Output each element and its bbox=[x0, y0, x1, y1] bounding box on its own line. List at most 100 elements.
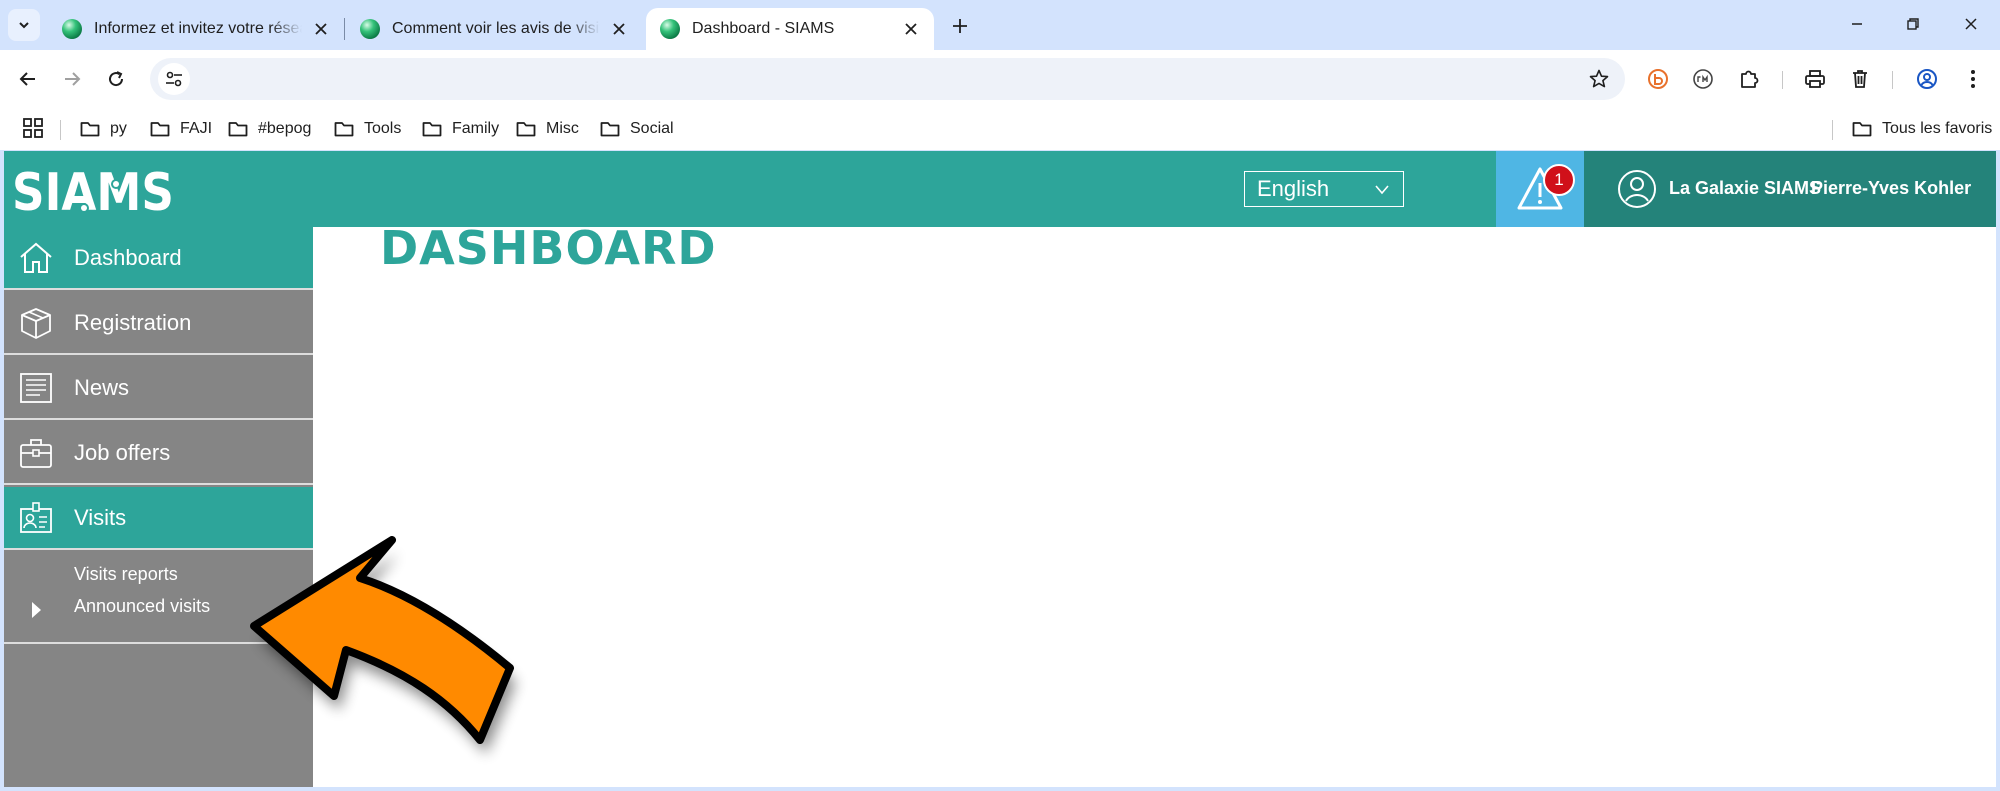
alerts-button[interactable]: 1 bbox=[1496, 151, 1584, 227]
extensions-button[interactable] bbox=[1734, 64, 1764, 94]
close-icon bbox=[315, 23, 327, 35]
arrow-left-icon bbox=[19, 72, 35, 86]
toolbar-separator bbox=[1782, 71, 1783, 89]
extension-rm-icon bbox=[1693, 69, 1713, 89]
box-icon bbox=[21, 307, 51, 339]
tab-separator bbox=[344, 18, 345, 40]
extension-rm-button[interactable] bbox=[1688, 64, 1718, 94]
bookmark-folder-family[interactable]: Family bbox=[422, 114, 499, 144]
folder-icon bbox=[150, 122, 170, 137]
browser-tab-strip: Informez et invitez votre réseau Comment… bbox=[0, 0, 2000, 50]
bookmark-label: py bbox=[110, 120, 127, 137]
arrow-right-icon bbox=[65, 72, 81, 86]
bookmark-label: Family bbox=[452, 120, 500, 137]
page-viewport: SIAMS English 1 La Galaxie SIAMS Pierre-… bbox=[4, 151, 1996, 787]
bookmark-label: Tools bbox=[364, 120, 402, 137]
printer-icon bbox=[1805, 70, 1825, 88]
bookmark-folder-faji[interactable]: FAJI bbox=[150, 114, 212, 144]
chevron-down-icon bbox=[19, 22, 29, 29]
tune-icon bbox=[166, 71, 182, 87]
address-bar[interactable] bbox=[150, 58, 1625, 100]
bookmark-star-button[interactable] bbox=[1587, 67, 1611, 91]
browser-toolbar bbox=[0, 50, 2000, 108]
globe-favicon-icon bbox=[360, 19, 380, 39]
site-info-button[interactable] bbox=[158, 63, 190, 95]
bookmark-folder-social[interactable]: Social bbox=[600, 114, 674, 144]
plus-icon bbox=[953, 19, 967, 33]
bookmark-folder-tools[interactable]: Tools bbox=[334, 114, 401, 144]
page-title: DASHBOARD bbox=[380, 221, 717, 275]
bookmark-folder-py[interactable]: py bbox=[80, 114, 127, 144]
sidebar-item-dashboard[interactable]: Dashboard bbox=[4, 227, 313, 290]
sidebar-item-label: Dashboard bbox=[74, 244, 182, 270]
new-tab-button[interactable] bbox=[946, 12, 974, 40]
siams-logo[interactable]: SIAMS bbox=[12, 164, 176, 216]
tab-title: Informez et invitez votre réseau bbox=[94, 20, 302, 37]
user-avatar-icon bbox=[1618, 170, 1656, 208]
sidebar-item-job-offers[interactable]: Job offers bbox=[4, 422, 313, 485]
reload-icon bbox=[109, 71, 124, 87]
tab-title: Comment voir les avis de visite bbox=[392, 20, 600, 37]
close-icon bbox=[1965, 18, 1977, 30]
tab-dashboard-siams[interactable]: Dashboard - SIAMS bbox=[646, 8, 934, 50]
bookmark-folder-misc[interactable]: Misc bbox=[516, 114, 579, 144]
language-select[interactable]: English bbox=[1244, 171, 1404, 207]
bookmark-label: FAJI bbox=[180, 120, 213, 137]
close-window-button[interactable] bbox=[1948, 8, 1994, 40]
restore-icon bbox=[1907, 18, 1919, 30]
language-value: English bbox=[1257, 176, 1330, 201]
home-icon bbox=[20, 242, 52, 273]
alert-count-badge: 1 bbox=[1543, 164, 1575, 196]
bookmark-label: Social bbox=[630, 120, 674, 137]
reload-button[interactable] bbox=[100, 63, 132, 95]
extension-b-icon bbox=[1648, 69, 1668, 89]
puzzle-icon bbox=[1741, 70, 1759, 88]
tab-comment-voir[interactable]: Comment voir les avis de visite bbox=[346, 8, 642, 50]
globe-favicon-icon bbox=[62, 19, 82, 39]
globe-favicon-icon bbox=[660, 19, 680, 39]
folder-icon bbox=[334, 122, 354, 137]
minimize-button[interactable] bbox=[1834, 8, 1880, 40]
toolbar-separator bbox=[1892, 71, 1893, 89]
extension-b-button[interactable] bbox=[1643, 64, 1673, 94]
folder-icon bbox=[422, 122, 442, 137]
submenu-item-visits-reports[interactable]: Visits reports bbox=[74, 564, 178, 585]
restore-button[interactable] bbox=[1890, 8, 1936, 40]
profile-button[interactable] bbox=[1912, 64, 1942, 94]
sidebar-item-label: Registration bbox=[74, 309, 192, 335]
bookmark-folder-bepog[interactable]: #bepog bbox=[228, 114, 311, 144]
folder-icon bbox=[516, 122, 536, 137]
apps-grid-icon[interactable] bbox=[22, 117, 44, 139]
user-account-area[interactable]: La Galaxie SIAMS Pierre-Yves Kohler bbox=[1584, 151, 1996, 227]
user-name: Pierre-Yves Kohler bbox=[1811, 178, 1972, 198]
all-bookmarks-button[interactable]: Tous les favoris bbox=[1852, 114, 1992, 144]
bookmark-label: Tous les favoris bbox=[1882, 120, 1993, 137]
tab-title: Dashboard - SIAMS bbox=[692, 20, 835, 37]
tab-close-button[interactable] bbox=[900, 18, 922, 40]
bookmarks-separator bbox=[1832, 120, 1833, 140]
bookmark-label: Misc bbox=[546, 120, 579, 137]
print-button[interactable] bbox=[1800, 64, 1830, 94]
delete-button[interactable] bbox=[1845, 64, 1875, 94]
tab-informez[interactable]: Informez et invitez votre réseau bbox=[48, 8, 344, 50]
close-icon bbox=[613, 23, 625, 35]
sidebar-item-label: Job offers bbox=[74, 439, 171, 465]
submenu-item-announced-visits[interactable]: Announced visits bbox=[74, 596, 210, 617]
folder-icon bbox=[80, 122, 100, 137]
id-badge-icon bbox=[20, 501, 52, 533]
folder-icon bbox=[1852, 122, 1872, 137]
back-button[interactable] bbox=[12, 63, 44, 95]
close-icon bbox=[905, 23, 917, 35]
tab-search-button[interactable] bbox=[8, 9, 40, 41]
trash-icon bbox=[1853, 70, 1867, 88]
forward-button[interactable] bbox=[56, 63, 88, 95]
address-input[interactable] bbox=[202, 58, 1502, 100]
bookmarks-separator bbox=[60, 120, 61, 140]
news-icon bbox=[20, 372, 52, 403]
tab-close-button[interactable] bbox=[310, 18, 332, 40]
more-vertical-icon bbox=[1971, 70, 1975, 88]
browser-menu-button[interactable] bbox=[1958, 64, 1988, 94]
tab-close-button[interactable] bbox=[608, 18, 630, 40]
sidebar-item-news[interactable]: News bbox=[4, 357, 313, 420]
sidebar-item-registration[interactable]: Registration bbox=[4, 292, 313, 355]
